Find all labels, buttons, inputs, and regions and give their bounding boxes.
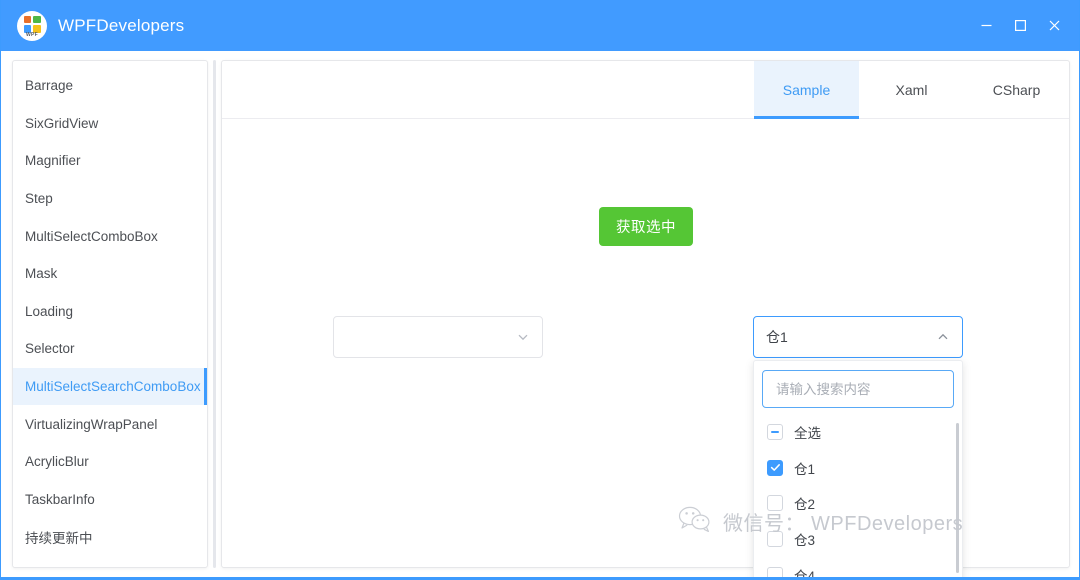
search-input[interactable]	[776, 381, 940, 397]
sidebar-item-acrylicblur[interactable]: AcrylicBlur	[13, 443, 207, 481]
application-window: WPF WPFDevelopers Barrage SixGridView Ma…	[0, 0, 1080, 580]
logo-tile-orange	[23, 15, 32, 24]
sidebar-item-mask[interactable]: Mask	[13, 255, 207, 293]
sidebar-item-magnifier[interactable]: Magnifier	[13, 142, 207, 180]
app-logo: WPF	[17, 10, 47, 41]
sidebar-splitter[interactable]	[210, 60, 219, 568]
sidebar-item-coming-soon[interactable]: 持续更新中	[13, 518, 207, 556]
checkbox-checked-icon[interactable]	[767, 459, 783, 476]
window-controls	[969, 0, 1079, 51]
sidebar-item-label: VirtualizingWrapPanel	[25, 416, 158, 432]
sample-area: 获取选中 仓1 请输入搜索内容 全选 仓1 仓2 仓3 仓4	[222, 119, 1069, 577]
multiselect-search-combobox[interactable]: 仓1	[753, 316, 963, 358]
sidebar-item-step[interactable]: Step	[13, 180, 207, 218]
dropdown-search-box[interactable]	[762, 370, 954, 408]
workspace: Barrage SixGridView Magnifier Step Multi…	[1, 51, 1079, 577]
dropdown-option-list: 全选 仓1 仓2 仓3 仓4	[754, 412, 962, 580]
close-icon	[1049, 20, 1059, 31]
dropdown-scrollbar[interactable]	[956, 423, 959, 573]
sidebar-item-multiselectsearchcombobox[interactable]: MultiSelectSearchComboBox	[13, 367, 207, 406]
option-label: 仓4	[794, 569, 816, 580]
checkbox-unchecked-icon[interactable]	[767, 531, 783, 548]
option-label: 仓3	[794, 533, 816, 549]
maximize-icon	[1014, 20, 1026, 32]
window-title: WPFDevelopers	[58, 15, 185, 35]
sidebar-item-label: Loading	[25, 303, 74, 319]
sidebar-item-multiselectcombobox[interactable]: MultiSelectComboBox	[13, 217, 207, 255]
sidebar-item-loading[interactable]: Loading	[13, 293, 207, 331]
option-label: 仓1	[794, 461, 816, 477]
option-label: 全选	[794, 425, 821, 441]
tab-csharp[interactable]: CSharp	[964, 61, 1069, 118]
close-button[interactable]	[1037, 0, 1071, 51]
minimize-icon	[981, 24, 991, 27]
maximize-button[interactable]	[1003, 0, 1037, 51]
chevron-up-icon	[936, 330, 950, 344]
tab-label: CSharp	[992, 81, 1041, 98]
minimize-button[interactable]	[969, 0, 1003, 51]
sidebar-item-label: AcrylicBlur	[25, 454, 89, 470]
sidebar-item-label: TaskbarInfo	[25, 491, 95, 507]
sidebar-item-label: 持续更新中	[25, 530, 93, 546]
checkbox-indeterminate-icon[interactable]	[767, 423, 783, 440]
sidebar-item-label: Step	[25, 191, 53, 207]
option-select-all[interactable]: 全选	[754, 414, 962, 450]
tab-label: Xaml	[895, 81, 928, 98]
chevron-down-icon	[516, 330, 530, 344]
sidebar-item-taskbarinfo[interactable]: TaskbarInfo	[13, 481, 207, 519]
tab-xaml[interactable]: Xaml	[859, 61, 964, 118]
sidebar-item-virtualizingwrappanel[interactable]: VirtualizingWrapPanel	[13, 405, 207, 443]
sidebar-item-label: Mask	[25, 266, 58, 282]
tab-sample[interactable]: Sample	[754, 61, 859, 119]
logo-tile-green	[32, 15, 41, 24]
option-item[interactable]: 仓2	[754, 486, 962, 522]
empty-combobox[interactable]	[333, 316, 543, 358]
title-bar: WPF WPFDevelopers	[1, 0, 1079, 51]
wpf-logo-grid	[23, 15, 41, 33]
get-selected-button[interactable]: 获取选中	[599, 207, 693, 246]
option-label: 仓2	[794, 497, 816, 513]
sidebar-item-label: Magnifier	[25, 153, 81, 169]
sidebar-item-label: SixGridView	[25, 115, 99, 131]
multiselect-combobox-value: 仓1	[766, 329, 788, 345]
content-panel: Sample Xaml CSharp 获取选中 仓1 请输入搜索内容 全选 仓1…	[221, 60, 1070, 577]
option-item[interactable]: 仓3	[754, 521, 962, 557]
sidebar-nav-list: Barrage SixGridView Magnifier Step Multi…	[13, 61, 207, 556]
sidebar-item-label: Barrage	[25, 78, 74, 94]
sidebar-item-label: MultiSelectComboBox	[25, 228, 158, 244]
option-item[interactable]: 仓4	[754, 557, 962, 580]
combobox-dropdown-popup: 全选 仓1 仓2	[753, 360, 963, 580]
sidebar: Barrage SixGridView Magnifier Step Multi…	[12, 60, 208, 568]
tab-strip: Sample Xaml CSharp	[222, 61, 1069, 119]
logo-caption: WPF	[25, 31, 38, 38]
tab-label: Sample	[782, 81, 831, 98]
sidebar-item-sixgridview[interactable]: SixGridView	[13, 105, 207, 143]
checkbox-unchecked-icon[interactable]	[767, 567, 783, 577]
sidebar-item-label: MultiSelectSearchComboBox	[25, 379, 201, 395]
option-item[interactable]: 仓1	[754, 450, 962, 486]
sidebar-item-selector[interactable]: Selector	[13, 330, 207, 368]
splitter-grip	[213, 60, 216, 568]
sidebar-item-label: Selector	[25, 341, 75, 357]
sidebar-item-barrage[interactable]: Barrage	[13, 67, 207, 105]
checkbox-unchecked-icon[interactable]	[767, 495, 783, 512]
